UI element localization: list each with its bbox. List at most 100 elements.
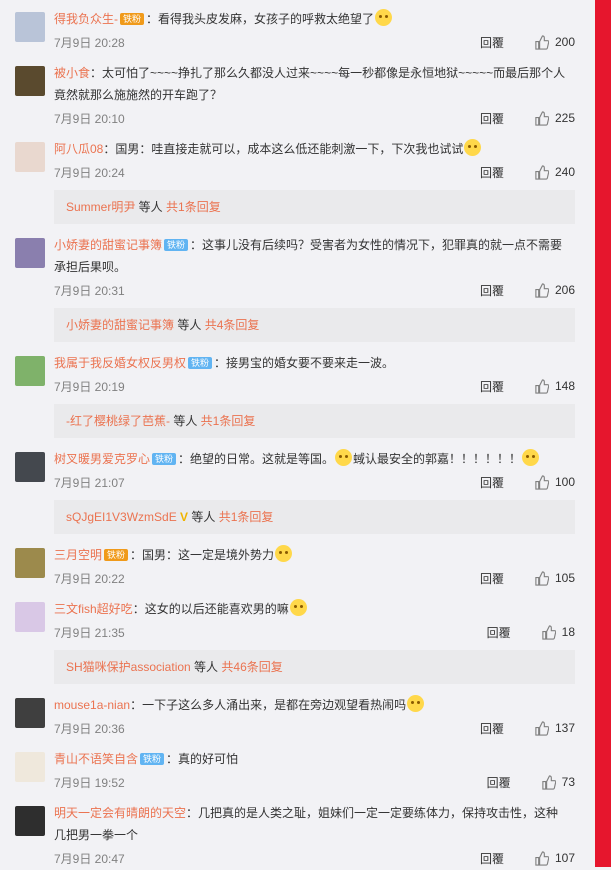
reply-user-link[interactable]: Summer明尹 <box>66 200 135 214</box>
reply-button[interactable]: 回覆 <box>480 474 504 491</box>
replies-summary[interactable]: sQJgEI1V3WzmSdE V 等人 共1条回复 <box>54 500 575 534</box>
username-link[interactable]: 树叉暖男爱克罗心 <box>54 452 150 466</box>
reply-user-link[interactable]: -红了樱桃绿了芭蕉- <box>66 414 170 428</box>
comment-text: ：真的好可怕 <box>166 752 239 766</box>
reply-button[interactable]: 回覆 <box>487 624 511 641</box>
username-link[interactable]: 我属于我反婚女权反男权 <box>54 356 186 370</box>
like-button[interactable]: 100 <box>534 474 575 490</box>
like-button[interactable]: 240 <box>534 164 575 180</box>
username-link[interactable]: mouse1a-nian <box>54 698 130 712</box>
like-button[interactable]: 206 <box>534 282 575 298</box>
comment-content: 三月空明 铁粉 ：国男：这一定是境外势力 <box>54 544 575 566</box>
comment-content: 被小食：太可怕了~~~~挣扎了那么久都没人过来~~~~每一秒都像是永恒地狱~~~… <box>54 62 575 106</box>
comment-item: 三月空明 铁粉 ：国男：这一定是境外势力 7月9日 20:22 回覆 105 <box>0 536 595 590</box>
thumbs-up-icon <box>535 110 549 126</box>
replies-summary[interactable]: Summer明尹 等人 共1条回复 <box>54 190 575 224</box>
like-button[interactable]: 18 <box>541 624 575 640</box>
avatar[interactable] <box>15 806 45 836</box>
thumbs-up-icon <box>535 378 549 394</box>
avatar[interactable] <box>15 752 45 782</box>
avatar[interactable] <box>15 698 45 728</box>
comment-item: mouse1a-nian：一下子这么多人涌出来，是都在旁边观望看热闹吗 7月9日 … <box>0 686 595 740</box>
avatar[interactable] <box>15 452 45 482</box>
reply-user-link[interactable]: SH猫咪保护association <box>66 660 191 674</box>
comment-text: ：绝望的日常。这就是等国。 <box>178 452 335 466</box>
username-link[interactable]: 明天一定会有晴朗的天空 <box>54 806 186 820</box>
reply-button[interactable]: 回覆 <box>480 164 504 181</box>
comment-text: ：接男宝的婚女要不要来走一波。 <box>214 356 395 370</box>
thumbs-up-icon <box>535 720 549 736</box>
username-link[interactable]: 被小食 <box>54 66 90 80</box>
comment-item: 被小食：太可怕了~~~~挣扎了那么久都没人过来~~~~每一秒都像是永恒地狱~~~… <box>0 54 595 130</box>
fan-badge: 铁粉 <box>140 753 165 765</box>
replies-summary[interactable]: SH猫咪保护association 等人 共46条回复 <box>54 650 575 684</box>
username-link[interactable]: 得我负众生- <box>54 12 118 26</box>
avatar[interactable] <box>15 548 45 578</box>
reply-button[interactable]: 回覆 <box>480 570 504 587</box>
like-button[interactable]: 105 <box>534 570 575 586</box>
like-button[interactable]: 200 <box>534 34 575 50</box>
reply-button[interactable]: 回覆 <box>480 34 504 51</box>
comment-text: ：太可怕了~~~~挣扎了那么久都没人过来~~~~每一秒都像是永恒地狱~~~~~而… <box>54 66 566 102</box>
comment-text: ：国男：哇直接走就可以，成本这么低还能刺激一下，下次我也试试 <box>103 142 464 156</box>
fan-badge: 铁粉 <box>120 13 145 25</box>
thumbs-up-icon <box>541 774 556 790</box>
like-button[interactable]: 148 <box>534 378 575 394</box>
like-count: 100 <box>554 475 575 489</box>
comment-meta: 7月9日 20:31 回覆 206 <box>54 278 575 302</box>
verified-badge-icon: V <box>180 510 189 524</box>
timestamp: 7月9日 20:19 <box>54 379 125 394</box>
timestamp: 7月9日 20:22 <box>54 571 125 586</box>
reply-button[interactable]: 回覆 <box>480 720 504 737</box>
fan-badge: 铁粉 <box>164 239 189 251</box>
like-button[interactable]: 137 <box>534 720 575 736</box>
avatar[interactable] <box>15 142 45 172</box>
reply-button[interactable]: 回覆 <box>480 850 504 867</box>
comment-text-continued: 蜮认最安全的郭嘉！！！！！！ <box>353 452 522 466</box>
reply-button[interactable]: 回覆 <box>480 378 504 395</box>
view-replies-link[interactable]: 共1条回复 <box>201 414 256 428</box>
avatar[interactable] <box>15 356 45 386</box>
avatar[interactable] <box>15 238 45 268</box>
replies-mid-text: 等人 <box>188 510 219 524</box>
fan-badge: 铁粉 <box>152 453 177 465</box>
comment-item: 我属于我反婚女权反男权 铁粉 ：接男宝的婚女要不要来走一波。 7月9日 20:19 回覆… <box>0 344 595 398</box>
avatar[interactable] <box>15 66 45 96</box>
timestamp: 7月9日 21:07 <box>54 475 125 490</box>
view-replies-link[interactable]: 共1条回复 <box>166 200 221 214</box>
username-link[interactable]: 青山不语笑自含 <box>54 752 138 766</box>
comment-meta: 7月9日 20:36 回覆 137 <box>54 716 575 740</box>
comment-feed: 得我负众生- 铁粉 ：看得我头皮发麻，女孩子的呼救太绝望了 7月9日 20:28 回覆 2… <box>0 0 595 870</box>
like-button[interactable]: 107 <box>534 850 575 866</box>
view-replies-link[interactable]: 共4条回复 <box>205 318 260 332</box>
comment-text: ：看得我头皮发麻，女孩子的呼救太绝望了 <box>146 12 375 26</box>
avatar[interactable] <box>15 602 45 632</box>
reply-button[interactable]: 回覆 <box>487 774 511 791</box>
view-replies-link[interactable]: 共46条回复 <box>221 660 282 674</box>
replies-summary[interactable]: -红了樱桃绿了芭蕉- 等人 共1条回复 <box>54 404 575 438</box>
view-replies-link[interactable]: 共1条回复 <box>219 510 274 524</box>
comment-item: 阿八瓜08：国男：哇直接走就可以，成本这么低还能刺激一下，下次我也试试 7月9日 … <box>0 130 595 184</box>
reply-user-link[interactable]: sQJgEI1V3WzmSdE <box>66 510 177 524</box>
comment-text: ：国男：这一定是境外势力 <box>130 548 275 562</box>
username-link[interactable]: 三月空明 <box>54 548 102 562</box>
replies-summary[interactable]: 小娇妻的甜蜜记事簿 等人 共4条回复 <box>54 308 575 342</box>
timestamp: 7月9日 20:10 <box>54 111 125 126</box>
timestamp: 7月9日 20:47 <box>54 851 125 866</box>
emoji-icon <box>522 449 540 466</box>
comment-content: 小娇妻的甜蜜记事簿 铁粉 ：这事儿没有后续吗？受害者为女性的情况下，犯罪真的就一点不… <box>54 234 575 278</box>
avatar[interactable] <box>15 12 45 42</box>
reply-button[interactable]: 回覆 <box>480 282 504 299</box>
comment-content: 树叉暖男爱克罗心 铁粉 ：绝望的日常。这就是等国。 蜮认最安全的郭嘉！！！！！！ <box>54 448 575 470</box>
reply-button[interactable]: 回覆 <box>480 110 504 127</box>
comment-item: 得我负众生- 铁粉 ：看得我头皮发麻，女孩子的呼救太绝望了 7月9日 20:28 回覆 2… <box>0 0 595 54</box>
username-link[interactable]: 阿八瓜08 <box>54 142 103 156</box>
comment-text: ：一下子这么多人涌出来，是都在旁边观望看热闹吗 <box>130 698 407 712</box>
replies-mid-text: 等人 <box>190 660 222 674</box>
username-link[interactable]: 小娇妻的甜蜜记事簿 <box>54 238 162 252</box>
comment-content: 我属于我反婚女权反男权 铁粉 ：接男宝的婚女要不要来走一波。 <box>54 352 575 374</box>
reply-user-link[interactable]: 小娇妻的甜蜜记事簿 <box>66 318 174 332</box>
like-button[interactable]: 225 <box>534 110 575 126</box>
like-button[interactable]: 73 <box>541 774 575 790</box>
username-link[interactable]: 三文fish超好吃 <box>54 602 133 616</box>
